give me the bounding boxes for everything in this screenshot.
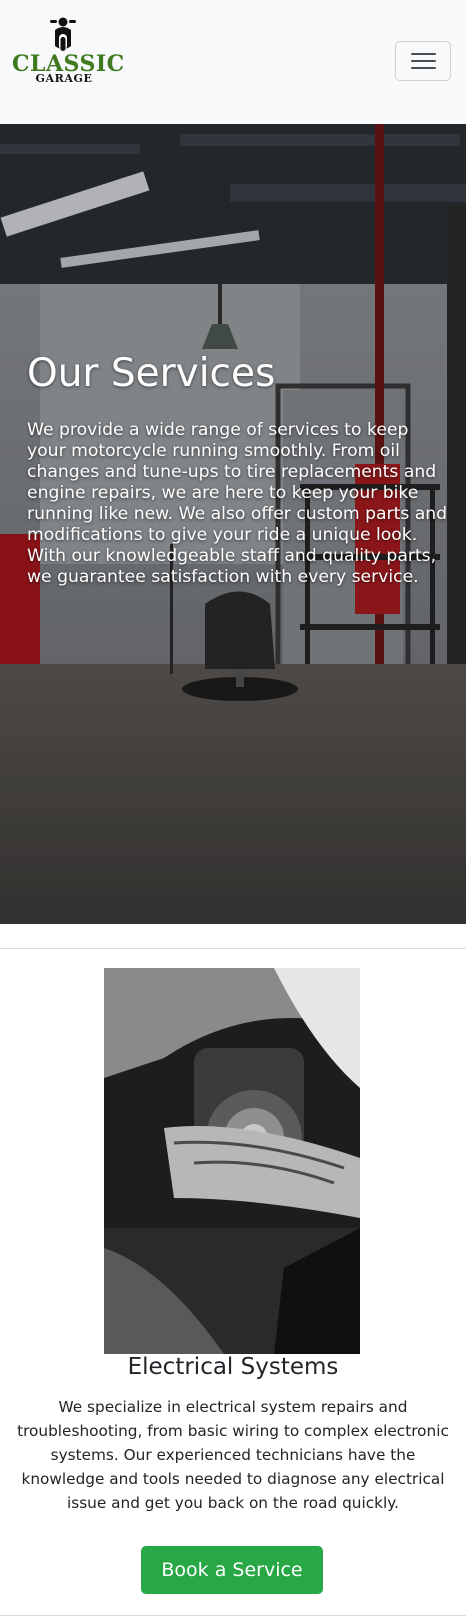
- service-photo: [104, 968, 360, 1354]
- section-divider: [0, 948, 466, 949]
- logo-text-garage: GARAGE: [35, 72, 93, 85]
- motorcycle-rider-icon: [50, 17, 76, 51]
- menu-toggle-button[interactable]: [395, 41, 451, 81]
- section-divider: [0, 1615, 466, 1616]
- service-description: We specialize in electrical system repai…: [17, 1398, 449, 1512]
- mechanic-motorcycle-image: [104, 968, 360, 1354]
- hero-section: Our Services We provide a wide range of …: [0, 124, 466, 924]
- navbar: CLASSIC GARAGE: [0, 0, 466, 124]
- book-service-button[interactable]: Book a Service: [141, 1546, 323, 1594]
- brand-logo[interactable]: CLASSIC GARAGE: [12, 16, 124, 86]
- service-title: Electrical Systems: [127, 1354, 339, 1380]
- hero-description: We provide a wide range of services to k…: [27, 420, 448, 587]
- page-title: Our Services: [27, 351, 276, 396]
